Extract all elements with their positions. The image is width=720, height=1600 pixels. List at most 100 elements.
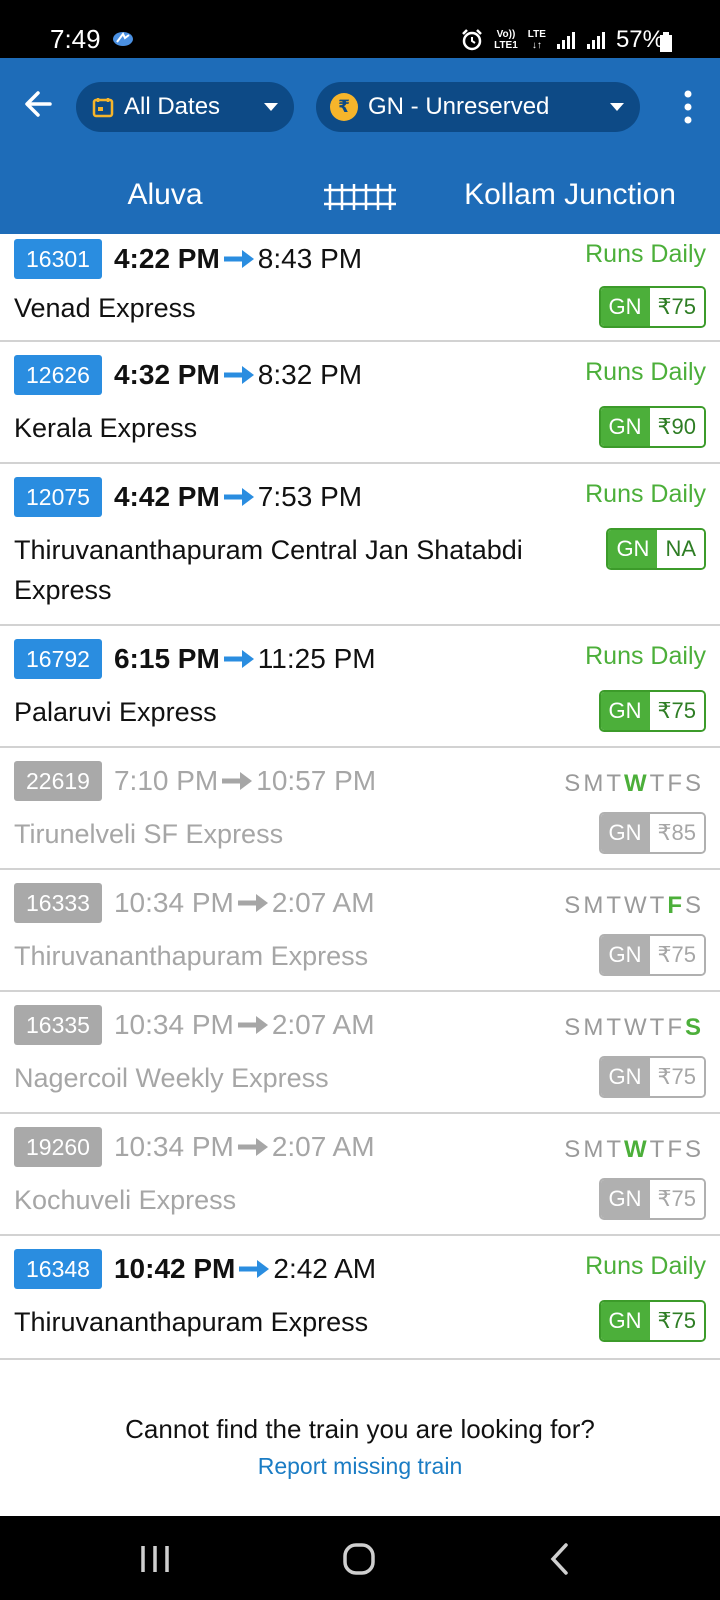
recent-apps-icon[interactable]: [138, 1544, 172, 1574]
fare-class: GN: [600, 814, 650, 852]
train-name: Nagercoil Weekly Express: [14, 1063, 329, 1093]
arrival-time: 8:43 PM: [257, 243, 363, 274]
day-letter: S: [564, 770, 584, 797]
day-letter: S: [684, 1136, 704, 1163]
chevron-down-icon: [610, 103, 624, 111]
report-missing-train-link[interactable]: Report missing train: [0, 1453, 720, 1480]
day-letter: W: [623, 892, 650, 919]
day-letter: F: [667, 1136, 685, 1163]
class-filter-dropdown[interactable]: ₹ GN - Unreserved: [316, 82, 640, 132]
train-row[interactable]: 19260 10:34 PM 2:07 AM SMTWTFS Kochuveli…: [0, 1114, 720, 1236]
fare-class: GN: [600, 1302, 650, 1340]
train-row[interactable]: 16301 4:22 PM 8:43 PM Runs Daily Venad E…: [0, 234, 720, 342]
train-row[interactable]: 22619 7:10 PM 10:57 PM SMTWTFS Tirunelve…: [0, 748, 720, 870]
destination-station[interactable]: Kollam Junction: [420, 178, 720, 212]
fare-price: ₹75: [649, 288, 704, 326]
day-letter: W: [623, 1014, 650, 1041]
departure-time: 10:34 PM: [113, 1131, 234, 1162]
nav-back-icon[interactable]: [548, 1542, 570, 1576]
lte-label: LTE: [527, 29, 546, 40]
train-number: 16335: [14, 1005, 102, 1045]
date-filter-dropdown[interactable]: All Dates: [76, 82, 294, 132]
data-arrows-icon: ↓↑: [531, 40, 542, 51]
day-letter: F: [667, 1014, 685, 1041]
train-row[interactable]: 16333 10:34 PM 2:07 AM SMTWTFS Thiruvana…: [0, 870, 720, 992]
fare-badge[interactable]: GN ₹75: [598, 934, 706, 976]
signal-icon-2: [586, 32, 605, 49]
fare-price: ₹75: [649, 1302, 704, 1340]
train-number: 12626: [14, 355, 102, 395]
fare-class: GN: [600, 692, 650, 730]
runs-daily-label: Runs Daily: [585, 358, 706, 386]
fare-badge[interactable]: GN ₹90: [598, 406, 706, 448]
train-row[interactable]: 16335 10:34 PM 2:07 AM SMTWTFS Nagercoil…: [0, 992, 720, 1114]
arrow-right-icon: [222, 772, 253, 790]
train-name: Venad Express: [14, 293, 196, 323]
arrow-right-icon: [223, 650, 254, 668]
missing-train-footer: Cannot find the train you are looking fo…: [0, 1384, 720, 1516]
fare-price: ₹75: [649, 936, 704, 974]
fare-badge[interactable]: GN ₹85: [598, 812, 706, 854]
status-indicators: Vo)) LTE1 LTE ↓↑ 57%: [460, 26, 664, 54]
arrival-time: 2:42 AM: [273, 1253, 377, 1284]
running-days: SMTWTFS: [564, 1136, 704, 1164]
runs-daily-label: Runs Daily: [585, 480, 706, 508]
day-letter: T: [606, 1014, 624, 1041]
train-row[interactable]: 12626 4:32 PM 8:32 PM Runs Daily Kerala …: [0, 342, 720, 464]
fare-price: ₹90: [649, 408, 704, 446]
volte-indicator: Vo)) LTE1: [494, 29, 518, 51]
arrow-right-icon: [223, 488, 254, 506]
fare-class: GN: [600, 936, 650, 974]
status-time: 7:49: [50, 24, 101, 54]
train-row[interactable]: 16348 10:42 PM 2:42 AM Runs Daily Thiruv…: [0, 1236, 720, 1360]
train-number: 22619: [14, 761, 102, 801]
alarm-icon: [462, 29, 482, 51]
runs-daily-label: Runs Daily: [585, 240, 706, 268]
departure-time: 7:10 PM: [113, 765, 219, 796]
day-letter: T: [606, 770, 624, 797]
departure-time: 10:34 PM: [113, 887, 234, 918]
running-days: SMTWTFS: [564, 770, 704, 798]
day-letter: F: [667, 892, 685, 919]
class-filter-label: GN - Unreserved: [368, 93, 550, 120]
day-letter: T: [606, 1136, 624, 1163]
day-letter: T: [649, 1136, 668, 1163]
fare-badge[interactable]: GN ₹75: [598, 1300, 706, 1342]
arrow-right-icon: [237, 1138, 268, 1156]
battery-percent: 57%: [615, 26, 664, 53]
arrival-time: 2:07 AM: [271, 1009, 375, 1040]
app-notification-icon: [113, 32, 133, 46]
arrival-time: 8:32 PM: [257, 359, 363, 390]
calendar-icon: [92, 98, 114, 118]
departure-time: 10:42 PM: [113, 1253, 236, 1284]
day-letter: S: [564, 1014, 584, 1041]
train-number: 12075: [14, 477, 102, 517]
more-options-icon[interactable]: [684, 90, 692, 124]
home-icon[interactable]: [342, 1542, 376, 1576]
day-letter: M: [583, 770, 607, 797]
fare-badge[interactable]: GN ₹75: [598, 286, 706, 328]
day-letter: S: [564, 892, 584, 919]
running-days: SMTWTFS: [564, 892, 704, 920]
arrow-right-icon: [223, 366, 254, 384]
fare-badge[interactable]: GN ₹75: [598, 690, 706, 732]
train-name: Kerala Express: [14, 413, 198, 443]
date-filter-label: All Dates: [124, 93, 221, 120]
runs-daily-label: Runs Daily: [585, 1252, 706, 1280]
train-row[interactable]: 12075 4:42 PM 7:53 PM Runs Daily Thiruva…: [0, 464, 720, 626]
fare-badge[interactable]: GN ₹75: [598, 1178, 706, 1220]
fare-badge[interactable]: GN NA: [606, 528, 706, 570]
origin-station[interactable]: Aluva: [0, 178, 330, 212]
arrival-time: 11:25 PM: [257, 643, 376, 674]
train-list: 16301 4:22 PM 8:43 PM Runs Daily Venad E…: [0, 234, 720, 1360]
fare-badge[interactable]: GN ₹75: [598, 1056, 706, 1098]
arrival-time: 7:53 PM: [257, 481, 363, 512]
railway-track-icon[interactable]: [322, 184, 398, 210]
back-arrow-icon[interactable]: [20, 86, 56, 122]
train-row[interactable]: 16792 6:15 PM 11:25 PM Runs Daily Palaru…: [0, 626, 720, 748]
day-letter: W: [623, 1136, 650, 1163]
fare-price: ₹75: [649, 692, 704, 730]
fare-price: ₹75: [649, 1180, 704, 1218]
arrow-right-icon: [237, 894, 268, 912]
arrow-right-icon: [237, 1016, 268, 1034]
